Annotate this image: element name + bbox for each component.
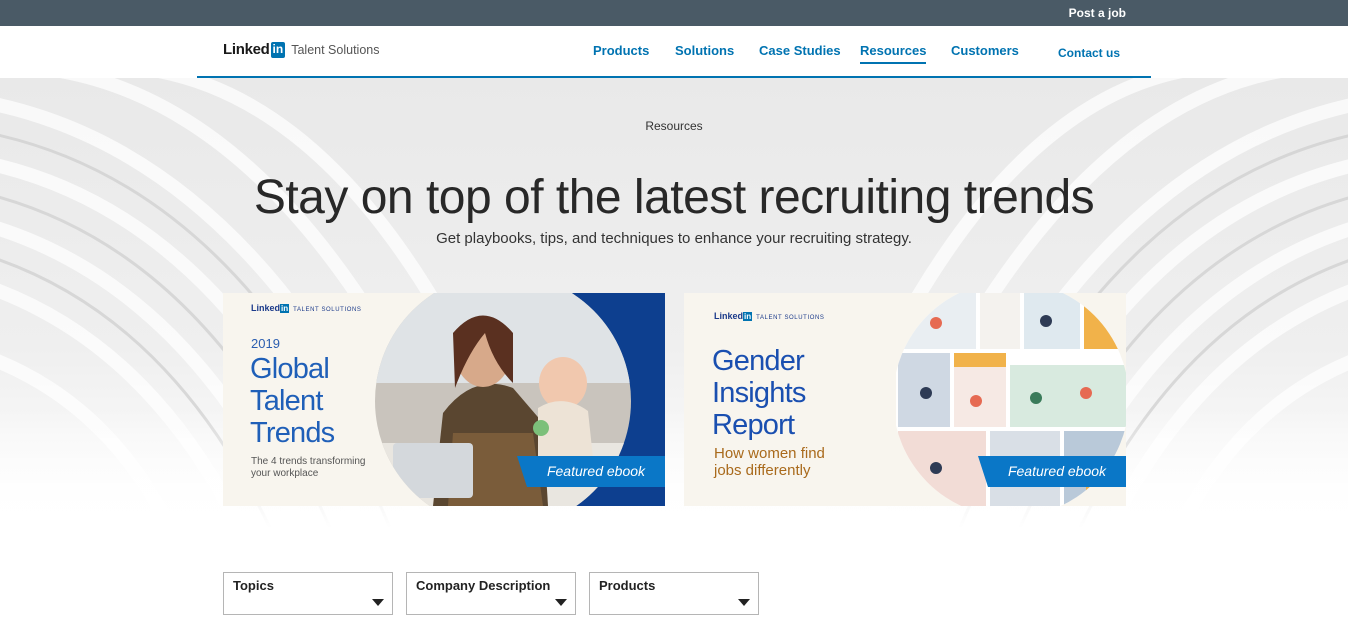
filter-label: Products	[599, 578, 656, 593]
filter-label: Company Description	[416, 578, 551, 593]
featured-ebook-card-global-talent-trends[interactable]: Linkedin TALENT SOLUTIONS 2019 Global Tal…	[223, 293, 665, 506]
nav-customers[interactable]: Customers	[951, 43, 1019, 58]
breadcrumb: Resources	[645, 119, 703, 133]
card-title: Gender Insights Report	[712, 345, 806, 441]
card-caption: The 4 trends transforming your workplace	[251, 456, 366, 479]
nav-contact-us[interactable]: Contact us	[1058, 46, 1120, 60]
featured-ebook-card-gender-insights-report[interactable]: Linkedin TALENT SOLUTIONS Gender Insights…	[684, 293, 1126, 506]
top-utility-bar: Post a job	[0, 0, 1348, 26]
chevron-down-icon	[738, 599, 750, 606]
featured-ebook-badge: Featured ebook	[978, 456, 1126, 487]
card-year: 2019	[251, 336, 280, 351]
card-brand: Linkedin TALENT SOLUTIONS	[251, 303, 362, 313]
nav-case-studies[interactable]: Case Studies	[759, 43, 841, 58]
page-subheadline: Get playbooks, tips, and techniques to e…	[436, 230, 912, 247]
nav-resources[interactable]: Resources	[860, 43, 927, 64]
topics-filter-dropdown[interactable]: Topics	[223, 572, 393, 615]
hero-section: Resources Stay on top of the latest recr…	[0, 78, 1348, 528]
card-brand: Linkedin TALENT SOLUTIONS	[714, 311, 825, 321]
nav-links: Products Solutions Case Studies Resource…	[0, 43, 1348, 67]
hero-bottom-fade	[0, 408, 1348, 528]
products-filter-dropdown[interactable]: Products	[589, 572, 759, 615]
company-description-filter-dropdown[interactable]: Company Description	[406, 572, 576, 615]
featured-ebook-badge: Featured ebook	[517, 456, 665, 487]
chevron-down-icon	[555, 599, 567, 606]
chevron-down-icon	[372, 599, 384, 606]
filter-label: Topics	[233, 578, 274, 593]
page-headline: Stay on top of the latest recruiting tre…	[253, 171, 1095, 224]
nav-solutions[interactable]: Solutions	[675, 43, 734, 58]
card-title: Global Talent Trends	[250, 353, 335, 449]
nav-products[interactable]: Products	[593, 43, 649, 58]
post-a-job-link[interactable]: Post a job	[1069, 6, 1126, 20]
card-caption: How women find jobs differently	[714, 445, 825, 479]
main-navigation: Linked in Talent Solutions Products Solu…	[0, 26, 1348, 78]
